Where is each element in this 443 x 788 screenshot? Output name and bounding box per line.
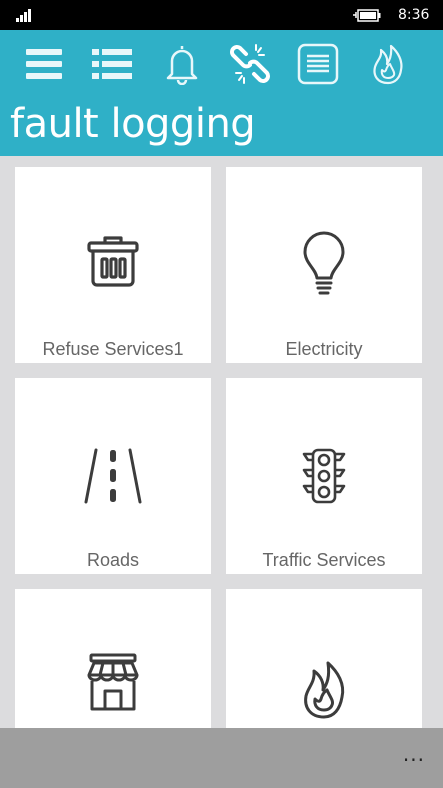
list-icon[interactable]	[88, 40, 136, 88]
tile-roads[interactable]: Roads	[15, 378, 211, 574]
status-bar: 8:36	[0, 0, 443, 30]
tile-label: Electricity	[285, 339, 363, 359]
category-grid: Refuse Services1 Electricity Roads Traff…	[0, 156, 443, 728]
more-options-button[interactable]: ...	[403, 742, 425, 766]
traffic-light-icon	[302, 448, 346, 504]
bell-icon[interactable]	[158, 40, 206, 88]
trash-bin-icon	[87, 236, 139, 287]
fire-icon	[304, 661, 345, 719]
tile-label: Roads	[86, 550, 140, 570]
broken-link-icon[interactable]	[226, 40, 274, 88]
signal-strength-icon	[16, 9, 31, 22]
battery-charging-icon	[353, 9, 381, 22]
tile-refuse-services[interactable]: Refuse Services1	[15, 167, 211, 363]
light-bulb-icon	[303, 231, 345, 295]
tile-label: Refuse Services1	[42, 339, 184, 359]
tile-label: Traffic Services	[262, 550, 386, 570]
app-header: fault logging	[0, 30, 443, 156]
menu-icon[interactable]	[20, 40, 68, 88]
road-icon	[84, 448, 142, 504]
page-title: fault logging	[10, 101, 256, 147]
tile-electricity[interactable]: Electricity	[226, 167, 422, 363]
tile-fire[interactable]	[226, 589, 422, 728]
shop-icon	[87, 653, 139, 711]
status-time: 8:36	[398, 7, 430, 23]
app-bar: ...	[0, 728, 443, 788]
tile-traffic-services[interactable]: Traffic Services	[226, 378, 422, 574]
fire-icon[interactable]	[364, 40, 412, 88]
document-icon[interactable]	[294, 40, 342, 88]
tile-shop[interactable]	[15, 589, 211, 728]
